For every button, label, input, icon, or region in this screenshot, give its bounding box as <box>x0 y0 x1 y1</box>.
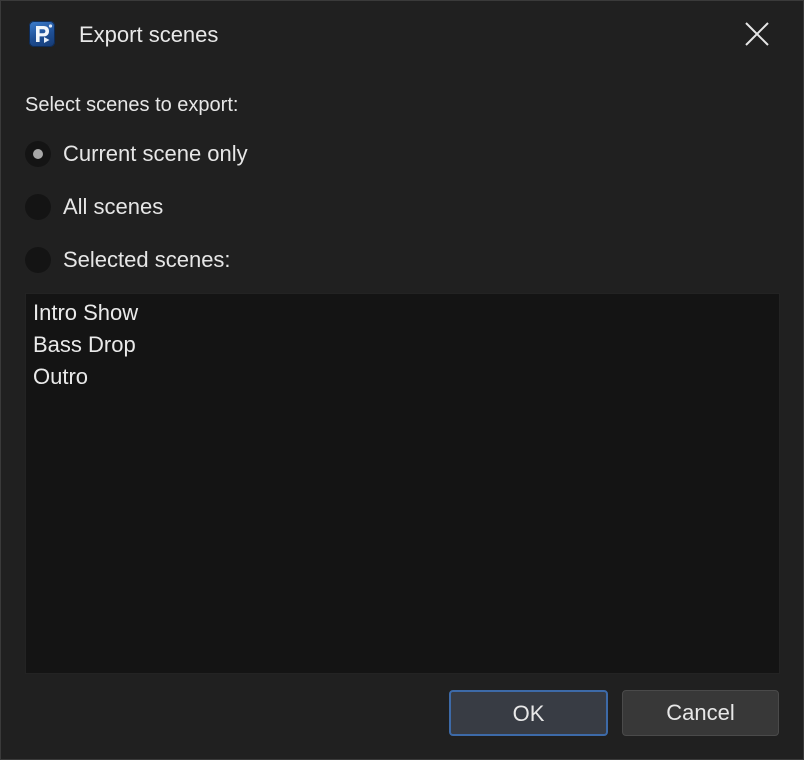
radio-indicator[interactable] <box>25 247 51 273</box>
app-logo-icon <box>29 21 55 47</box>
list-item[interactable]: Intro Show <box>33 297 138 329</box>
cancel-button[interactable]: Cancel <box>622 690 779 736</box>
radio-indicator[interactable] <box>25 194 51 220</box>
export-scenes-dialog: Export scenes Select scenes to export: C… <box>0 0 804 760</box>
dialog-title: Export scenes <box>79 22 219 47</box>
current-scene-only-label: Current scene only <box>63 141 248 166</box>
selected-scenes-radio[interactable]: Selected scenes: <box>23 245 423 277</box>
radio-indicator-checked[interactable] <box>25 141 51 167</box>
ok-button[interactable]: OK <box>449 690 608 736</box>
close-button[interactable] <box>733 13 781 55</box>
list-item[interactable]: Bass Drop <box>33 329 136 361</box>
list-item[interactable]: Outro <box>33 361 88 393</box>
scene-list[interactable]: Intro Show Bass Drop Outro <box>25 293 780 674</box>
selected-scenes-label: Selected scenes: <box>63 247 231 272</box>
select-scenes-label: Select scenes to export: <box>25 94 239 116</box>
all-scenes-label: All scenes <box>63 194 164 219</box>
title-bar: Export scenes <box>1 1 803 67</box>
all-scenes-radio[interactable]: All scenes <box>23 192 423 224</box>
close-icon <box>745 22 769 46</box>
current-scene-only-radio[interactable]: Current scene only <box>23 139 423 171</box>
